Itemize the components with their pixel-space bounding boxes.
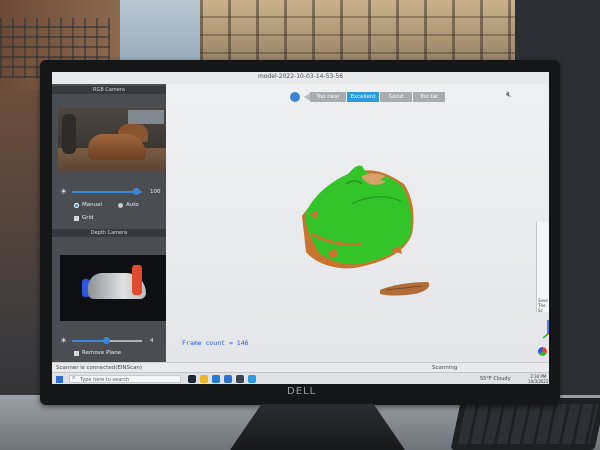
scanned-shoe-model [302,165,430,296]
screen: model-2022-10-03-14-53-56 RGB Camera ☀ 1… [52,72,549,384]
grid-label: Grid [82,215,94,221]
app-title: model-2022-10-03-14-53-56 [257,73,344,80]
checkbox-icon [74,351,79,356]
radio-manual[interactable]: Manual [74,201,102,210]
color-view-icon[interactable] [538,347,547,356]
preview-person [62,114,76,154]
preview-shoe [88,134,146,160]
remove-plane-label: Remove Plane [82,350,122,356]
distance-excellent: Excellent [347,92,379,102]
frame-count: Frame count = 146 [182,339,249,347]
side-window-text: Save The Sc [538,298,549,313]
sun-icon: ☀ [60,187,68,196]
axis-gizmo-icon [542,320,549,339]
task-view-icon[interactable] [188,375,196,383]
exposure-slider-row: ☀ 100 [58,187,162,197]
radio-auto[interactable]: Auto [118,201,139,210]
scanner-app-icon[interactable] [248,375,256,383]
scanner-dot-icon [290,92,300,102]
file-explorer-icon[interactable] [200,375,208,383]
depth-camera-header: Depth Camera [52,229,166,237]
scan-viewport[interactable]: Too near Excellent Good Too far 🔇︎ Frame… [166,84,549,362]
taskbar-search[interactable]: Type here to search [69,375,181,383]
distance-too-far: Too far [413,92,445,102]
edge-icon[interactable] [212,375,220,383]
view-mode-icons [538,347,549,357]
clock-date: 10/3/2022 [528,379,549,384]
side-window-line-2: The Sc [538,303,546,313]
taskbar: Type here to search ⌕ 55°F Cloudy 2:34 P… [52,372,549,384]
exposure-value: 100 [150,189,161,195]
distance-too-near: Too near [310,92,346,102]
depth-slider-knob[interactable] [102,337,110,344]
sun-icon: ☀ [60,336,68,345]
clock[interactable]: 2:34 PM 10/3/2022 [528,374,549,384]
preview-window [128,110,164,124]
search-icon: ⌕ [72,374,76,381]
mode-radio-group: Manual Auto [74,201,164,210]
rgb-camera-preview [58,108,166,172]
checkbox-icon [74,216,79,221]
exposure-slider-knob[interactable] [133,188,141,195]
monitor-logo: DELL [287,386,317,397]
weather-widget[interactable]: 55°F Cloudy [480,375,511,383]
rgb-camera-header: RGB Camera [52,86,166,94]
depth-far-region [132,265,142,295]
mail-icon[interactable] [224,375,232,383]
keyboard [450,398,600,450]
distance-good: Good [380,92,412,102]
depth-value: 4 [150,338,154,344]
grid-checkbox[interactable]: Grid [74,214,94,223]
depth-slider-row: ☀ 4 [58,336,162,346]
store-icon[interactable] [236,375,244,383]
depth-camera-preview [60,255,166,321]
exposure-slider[interactable] [72,191,142,193]
mute-icon[interactable]: 🔇︎ [506,90,512,100]
left-panel: RGB Camera ☀ 100 Manual Auto Grid Depth … [52,84,166,362]
remove-plane-checkbox[interactable]: Remove Plane [74,349,121,358]
windows-start-icon[interactable] [56,376,63,383]
